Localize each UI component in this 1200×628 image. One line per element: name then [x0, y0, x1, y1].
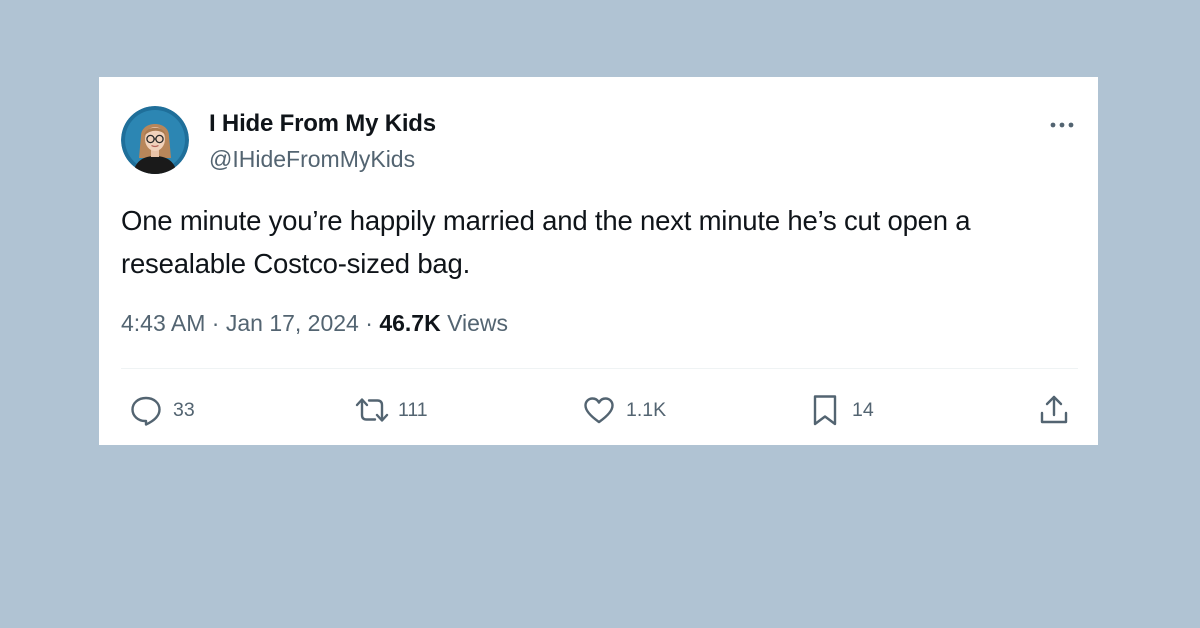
bookmark-count: 14: [852, 398, 874, 421]
reply-count: 33: [173, 398, 195, 421]
tweet-card: I Hide From My Kids @IHideFromMyKids One…: [99, 77, 1098, 445]
more-options-button[interactable]: [1045, 113, 1079, 137]
share-button[interactable]: [1037, 394, 1071, 426]
more-horizontal-icon: [1050, 122, 1074, 128]
bookmark-icon: [813, 395, 837, 426]
tweet-date[interactable]: Jan 17, 2024: [226, 310, 359, 336]
avatar[interactable]: [121, 106, 189, 174]
meta-separator: ·: [358, 310, 380, 336]
heart-icon: [584, 397, 614, 424]
author-display-name[interactable]: I Hide From My Kids: [209, 110, 436, 138]
like-button[interactable]: 1.1K: [582, 394, 666, 426]
tweet-meta: 4:43 AM · Jan 17, 2024 · 46.7K Views: [121, 310, 508, 337]
retweet-button[interactable]: 111: [353, 394, 428, 426]
bookmark-button[interactable]: 14: [810, 394, 874, 426]
retweet-icon: [355, 398, 389, 422]
like-count: 1.1K: [626, 398, 667, 421]
views-label: Views: [440, 310, 509, 336]
reply-bubble-icon: [131, 396, 161, 426]
author-handle[interactable]: @IHideFromMyKids: [209, 146, 415, 173]
share-upload-icon: [1040, 395, 1068, 424]
tweet-text: One minute you’re happily married and th…: [121, 205, 971, 279]
retweet-count: 111: [398, 398, 428, 421]
reply-button[interactable]: 33: [129, 394, 195, 426]
tweet-time[interactable]: 4:43 AM: [121, 310, 205, 336]
divider: [121, 368, 1078, 369]
views-count[interactable]: 46.7K: [379, 310, 440, 336]
meta-separator: ·: [205, 310, 226, 336]
